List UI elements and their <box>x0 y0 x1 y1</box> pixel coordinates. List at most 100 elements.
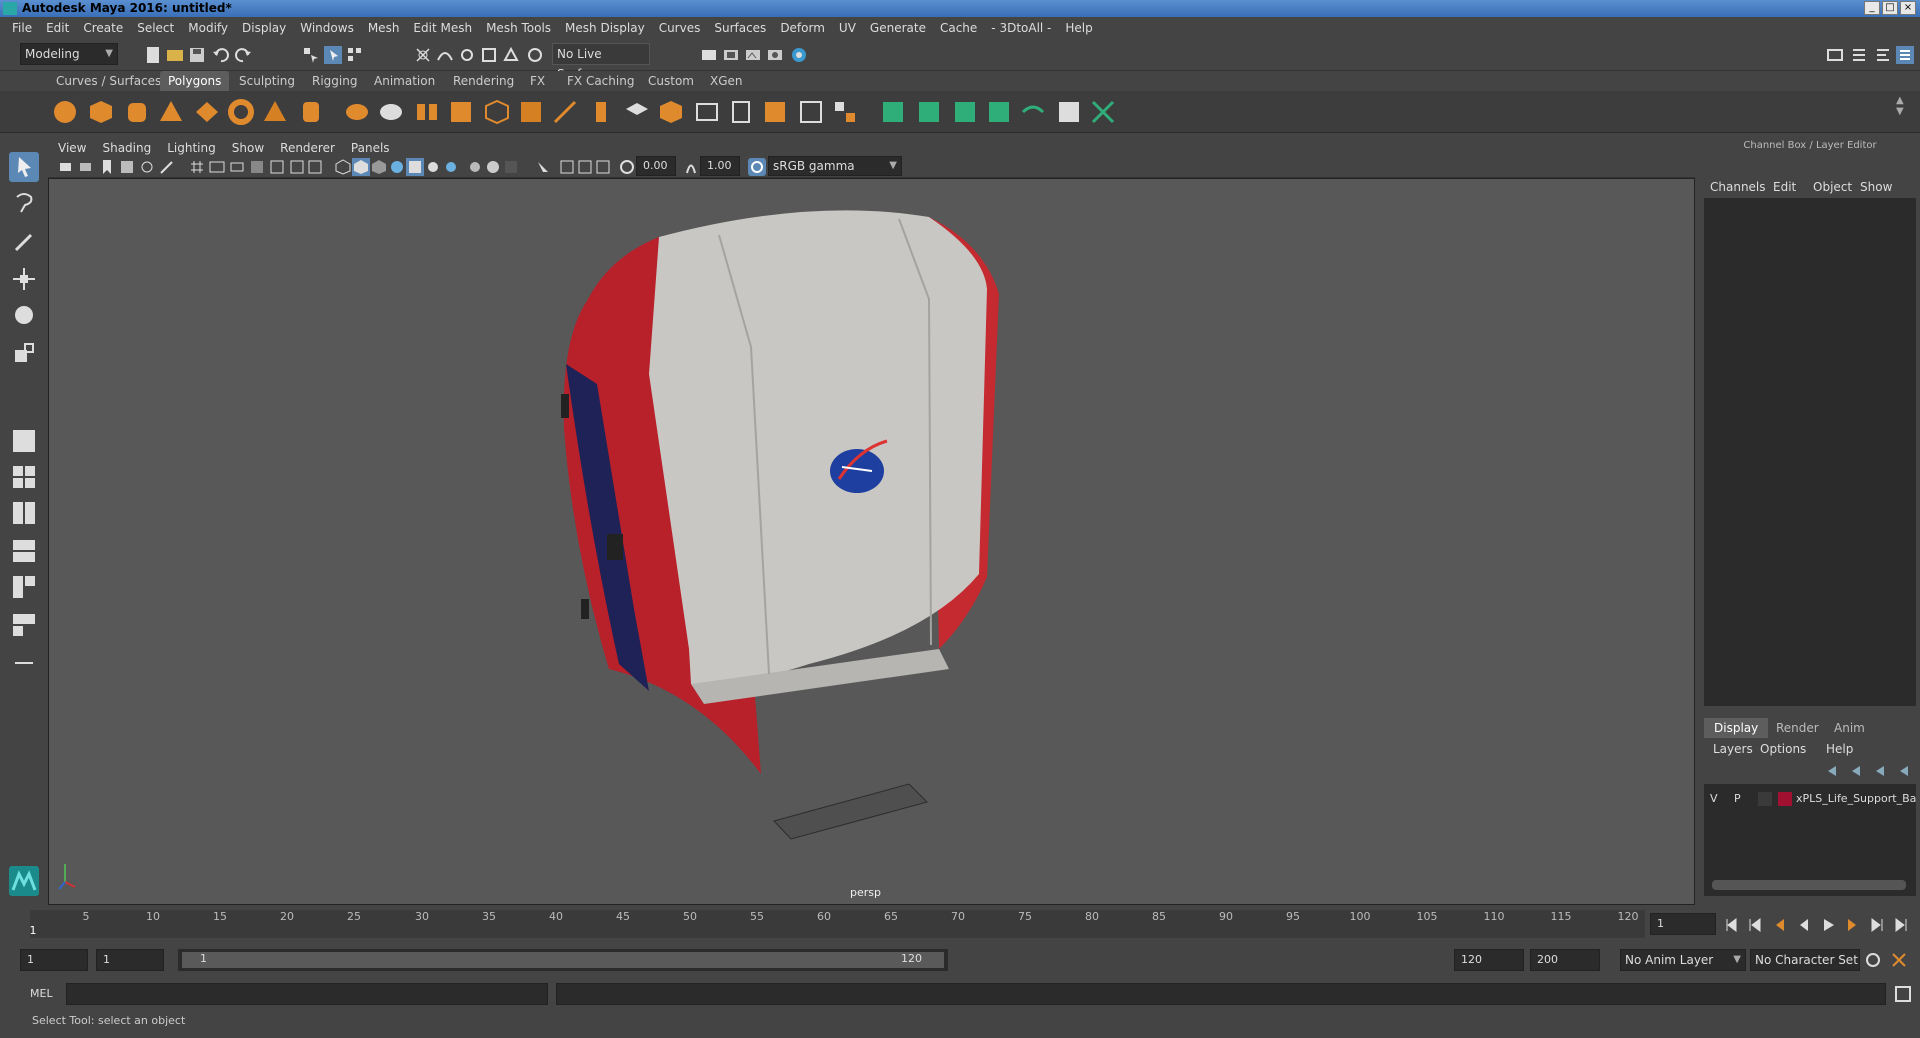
paint-select-tool-icon[interactable] <box>9 226 39 256</box>
viewport-menu-renderer[interactable]: Renderer <box>280 141 335 155</box>
animation-preferences-icon[interactable] <box>1890 951 1908 969</box>
ipr-render-icon[interactable] <box>744 46 762 64</box>
channel-menu-edit[interactable]: Edit <box>1773 180 1796 194</box>
poly-cylinder-icon[interactable] <box>124 99 150 125</box>
use-all-lights-icon[interactable] <box>406 158 424 176</box>
layer-row[interactable]: V P xPLS_Life_Support_Bac <box>1704 790 1916 808</box>
persp-graph-layout-icon[interactable] <box>9 536 39 566</box>
shelf-tab-xgen[interactable]: XGen <box>702 71 751 91</box>
shelf-tab-fx-caching[interactable]: FX Caching <box>559 71 642 91</box>
depth-of-field-icon[interactable] <box>502 158 520 176</box>
film-gate-icon[interactable] <box>208 158 226 176</box>
layer-visibility-toggle[interactable]: V <box>1710 792 1718 805</box>
bookmarks-icon[interactable] <box>98 158 116 176</box>
persp-node-editor-layout-icon[interactable] <box>9 610 39 640</box>
view-transform-dropdown[interactable]: sRGB gamma ▼ <box>768 156 902 176</box>
xray-components-icon[interactable] <box>594 158 612 176</box>
bevel-icon[interactable] <box>518 99 544 125</box>
menu-create[interactable]: Create <box>83 21 123 35</box>
smooth-icon[interactable] <box>448 99 474 125</box>
select-by-hierarchy-icon[interactable] <box>302 46 320 64</box>
menu-cache[interactable]: Cache <box>940 21 977 35</box>
poly-plane-icon[interactable] <box>194 99 220 125</box>
layer-menu-help[interactable]: Help <box>1826 742 1853 756</box>
close-button[interactable]: × <box>1900 1 1916 15</box>
merge-icon[interactable] <box>798 99 824 125</box>
menu-deform[interactable]: Deform <box>780 21 825 35</box>
shelf-tab-animation[interactable]: Animation <box>366 71 443 91</box>
camera-attributes-icon[interactable] <box>78 158 96 176</box>
menu-modify[interactable]: Modify <box>188 21 228 35</box>
layer-color-swatch[interactable] <box>1778 792 1792 806</box>
backpack-model[interactable] <box>561 210 999 840</box>
gamma-field[interactable]: 1.00 <box>700 156 740 176</box>
select-camera-icon[interactable] <box>58 158 76 176</box>
menu-display[interactable]: Display <box>242 21 286 35</box>
color-management-icon[interactable] <box>748 158 766 176</box>
menu-3dtoall[interactable]: - 3DtoAll - <box>991 21 1051 35</box>
isolate-select-icon[interactable] <box>534 158 552 176</box>
checker-map-icon[interactable] <box>1056 99 1082 125</box>
channel-menu-object[interactable]: Object <box>1813 180 1852 194</box>
field-chart-icon[interactable] <box>268 158 286 176</box>
channel-box-toggle-icon[interactable] <box>1896 46 1914 64</box>
minimize-button[interactable]: _ <box>1864 1 1880 15</box>
extrude-icon[interactable] <box>588 99 614 125</box>
append-polygon-icon[interactable] <box>658 99 684 125</box>
motion-blur-icon[interactable] <box>466 158 484 176</box>
viewport-menu-view[interactable]: View <box>58 141 86 155</box>
new-scene-icon[interactable] <box>144 46 162 64</box>
spherical-mapping-icon[interactable] <box>986 99 1012 125</box>
menu-select[interactable]: Select <box>137 21 174 35</box>
channel-menu-show[interactable]: Show <box>1860 180 1892 194</box>
menu-generate[interactable]: Generate <box>870 21 926 35</box>
layer-playback-toggle[interactable]: P <box>1734 792 1741 805</box>
image-plane-icon[interactable] <box>118 158 136 176</box>
save-scene-icon[interactable] <box>188 46 206 64</box>
layer-tab-display[interactable]: Display <box>1704 718 1769 738</box>
current-frame-field[interactable]: 1 <box>1650 913 1716 935</box>
shelf-tab-custom[interactable]: Custom <box>640 71 702 91</box>
time-ruler[interactable]: 1 5 10 15 20 25 30 35 40 45 50 55 60 65 … <box>30 910 1645 938</box>
menu-windows[interactable]: Windows <box>300 21 354 35</box>
menu-edit[interactable]: Edit <box>46 21 69 35</box>
gamma-icon[interactable] <box>682 158 700 176</box>
automatic-mapping-icon[interactable] <box>1020 99 1046 125</box>
planar-mapping-icon[interactable] <box>916 99 942 125</box>
auto-key-icon[interactable] <box>1864 951 1882 969</box>
menu-mesh-tools[interactable]: Mesh Tools <box>486 21 551 35</box>
snap-to-point-icon[interactable] <box>458 46 476 64</box>
maximize-button[interactable]: □ <box>1882 1 1898 15</box>
menu-mesh-display[interactable]: Mesh Display <box>565 21 645 35</box>
separate-icon[interactable] <box>378 99 404 125</box>
multisample-aa-icon[interactable] <box>484 158 502 176</box>
insert-edge-loop-icon[interactable] <box>694 99 720 125</box>
move-tool-icon[interactable] <box>9 264 39 294</box>
layer-type-toggle[interactable] <box>1758 792 1772 806</box>
target-weld-icon[interactable] <box>832 99 858 125</box>
combine-icon[interactable] <box>344 99 370 125</box>
layer-name[interactable]: xPLS_Life_Support_Bac <box>1796 792 1916 805</box>
hypershade-icon[interactable] <box>790 46 808 64</box>
range-slider[interactable]: 1 120 <box>178 949 948 971</box>
playback-end-field[interactable]: 120 <box>1454 949 1524 971</box>
layer-tab-render[interactable]: Render <box>1766 718 1829 738</box>
perspective-viewport[interactable] <box>48 178 1695 905</box>
collapse-icon[interactable] <box>9 648 39 678</box>
persp-hypershade-layout-icon[interactable] <box>9 572 39 602</box>
menu-mesh[interactable]: Mesh <box>368 21 400 35</box>
resolution-gate-icon[interactable] <box>228 158 246 176</box>
shelf-tab-polygons[interactable]: Polygons <box>160 71 230 91</box>
viewport-menu-lighting[interactable]: Lighting <box>167 141 216 155</box>
exposure-icon[interactable] <box>618 158 636 176</box>
wireframe-icon[interactable] <box>334 158 352 176</box>
multi-cut-icon[interactable] <box>552 99 578 125</box>
shelf-scroll-arrows[interactable]: ▲ ▼ <box>1896 95 1904 117</box>
command-language-label[interactable]: MEL <box>30 987 53 1000</box>
anim-layer-dropdown[interactable]: No Anim Layer ▼ <box>1620 949 1746 971</box>
menu-edit-mesh[interactable]: Edit Mesh <box>413 21 472 35</box>
make-live-icon[interactable] <box>502 46 520 64</box>
mode-selector[interactable]: Modeling ▼ <box>20 43 118 65</box>
extract-icon[interactable] <box>484 99 510 125</box>
snap-to-curve-icon[interactable] <box>436 46 454 64</box>
